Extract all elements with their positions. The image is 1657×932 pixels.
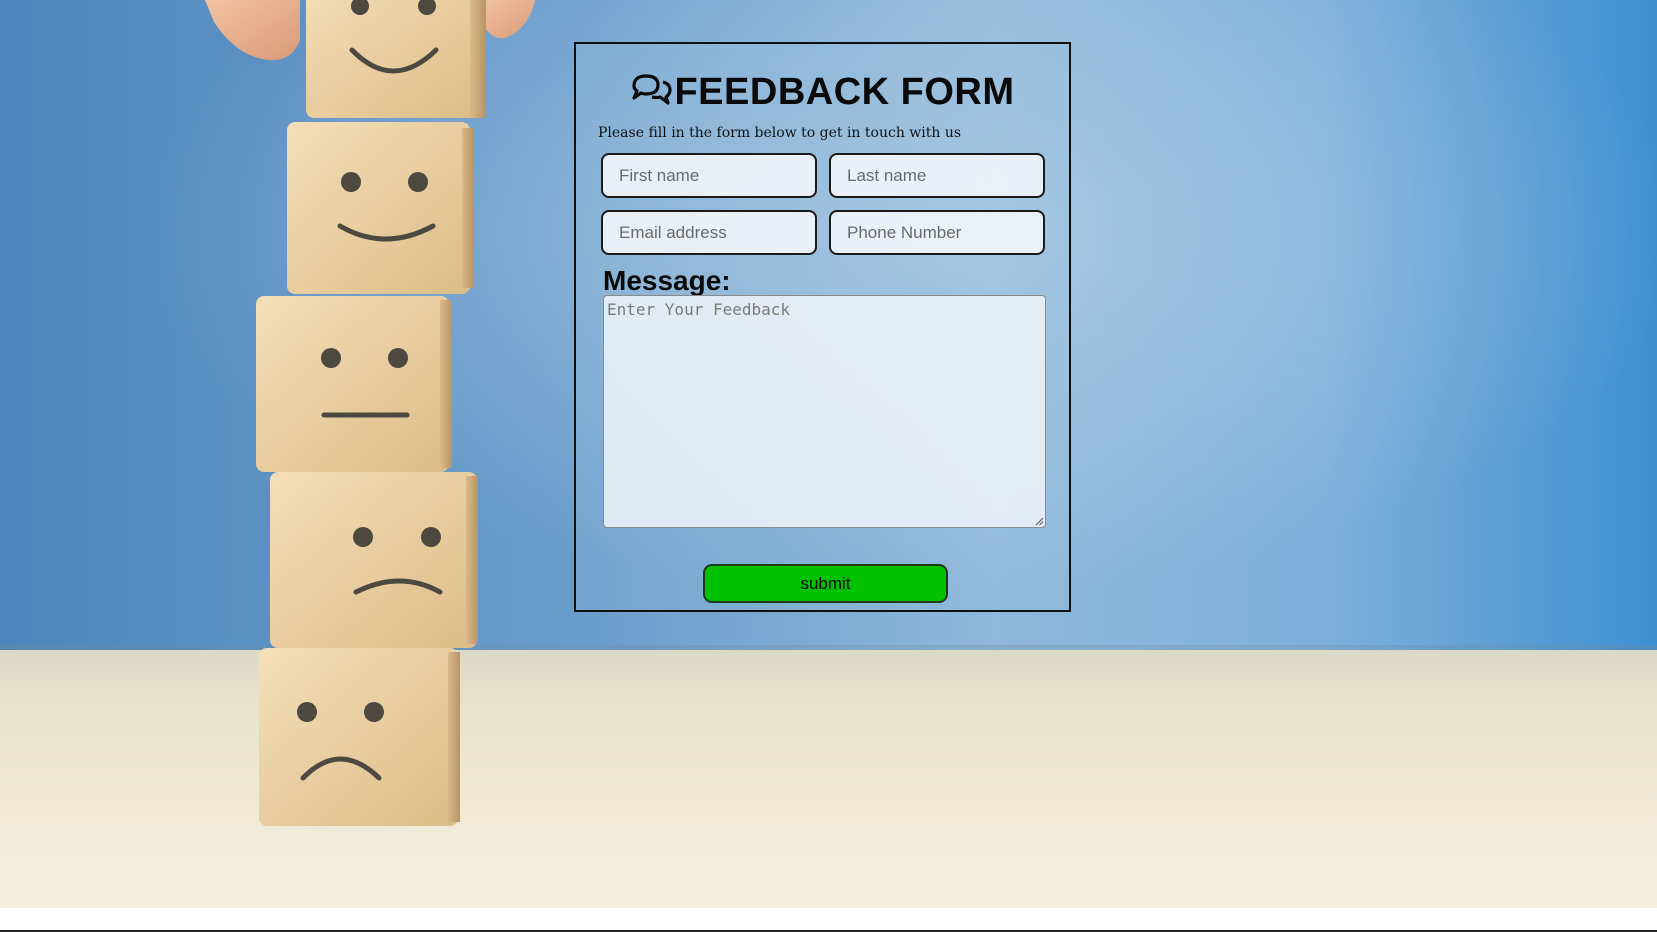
phone-input[interactable] — [829, 210, 1045, 255]
email-input[interactable] — [601, 210, 817, 255]
resize-grip-icon[interactable] — [1035, 517, 1044, 526]
form-title-text: FEEDBACK FORM — [674, 71, 1015, 113]
last-name-input[interactable] — [829, 153, 1045, 198]
emoji-blocks-image — [205, 0, 535, 826]
form-subtitle: Please fill in the form below to get in … — [598, 125, 962, 141]
first-name-input[interactable] — [601, 153, 817, 198]
feedback-form: FEEDBACK FORM Please fill in the form be… — [574, 42, 1071, 612]
submit-button[interactable]: submit — [703, 564, 948, 603]
chat-bubbles-icon — [632, 74, 673, 105]
message-textarea[interactable] — [603, 295, 1046, 528]
message-label: Message: — [603, 265, 731, 296]
form-title: FEEDBACK FORM — [576, 70, 1069, 114]
